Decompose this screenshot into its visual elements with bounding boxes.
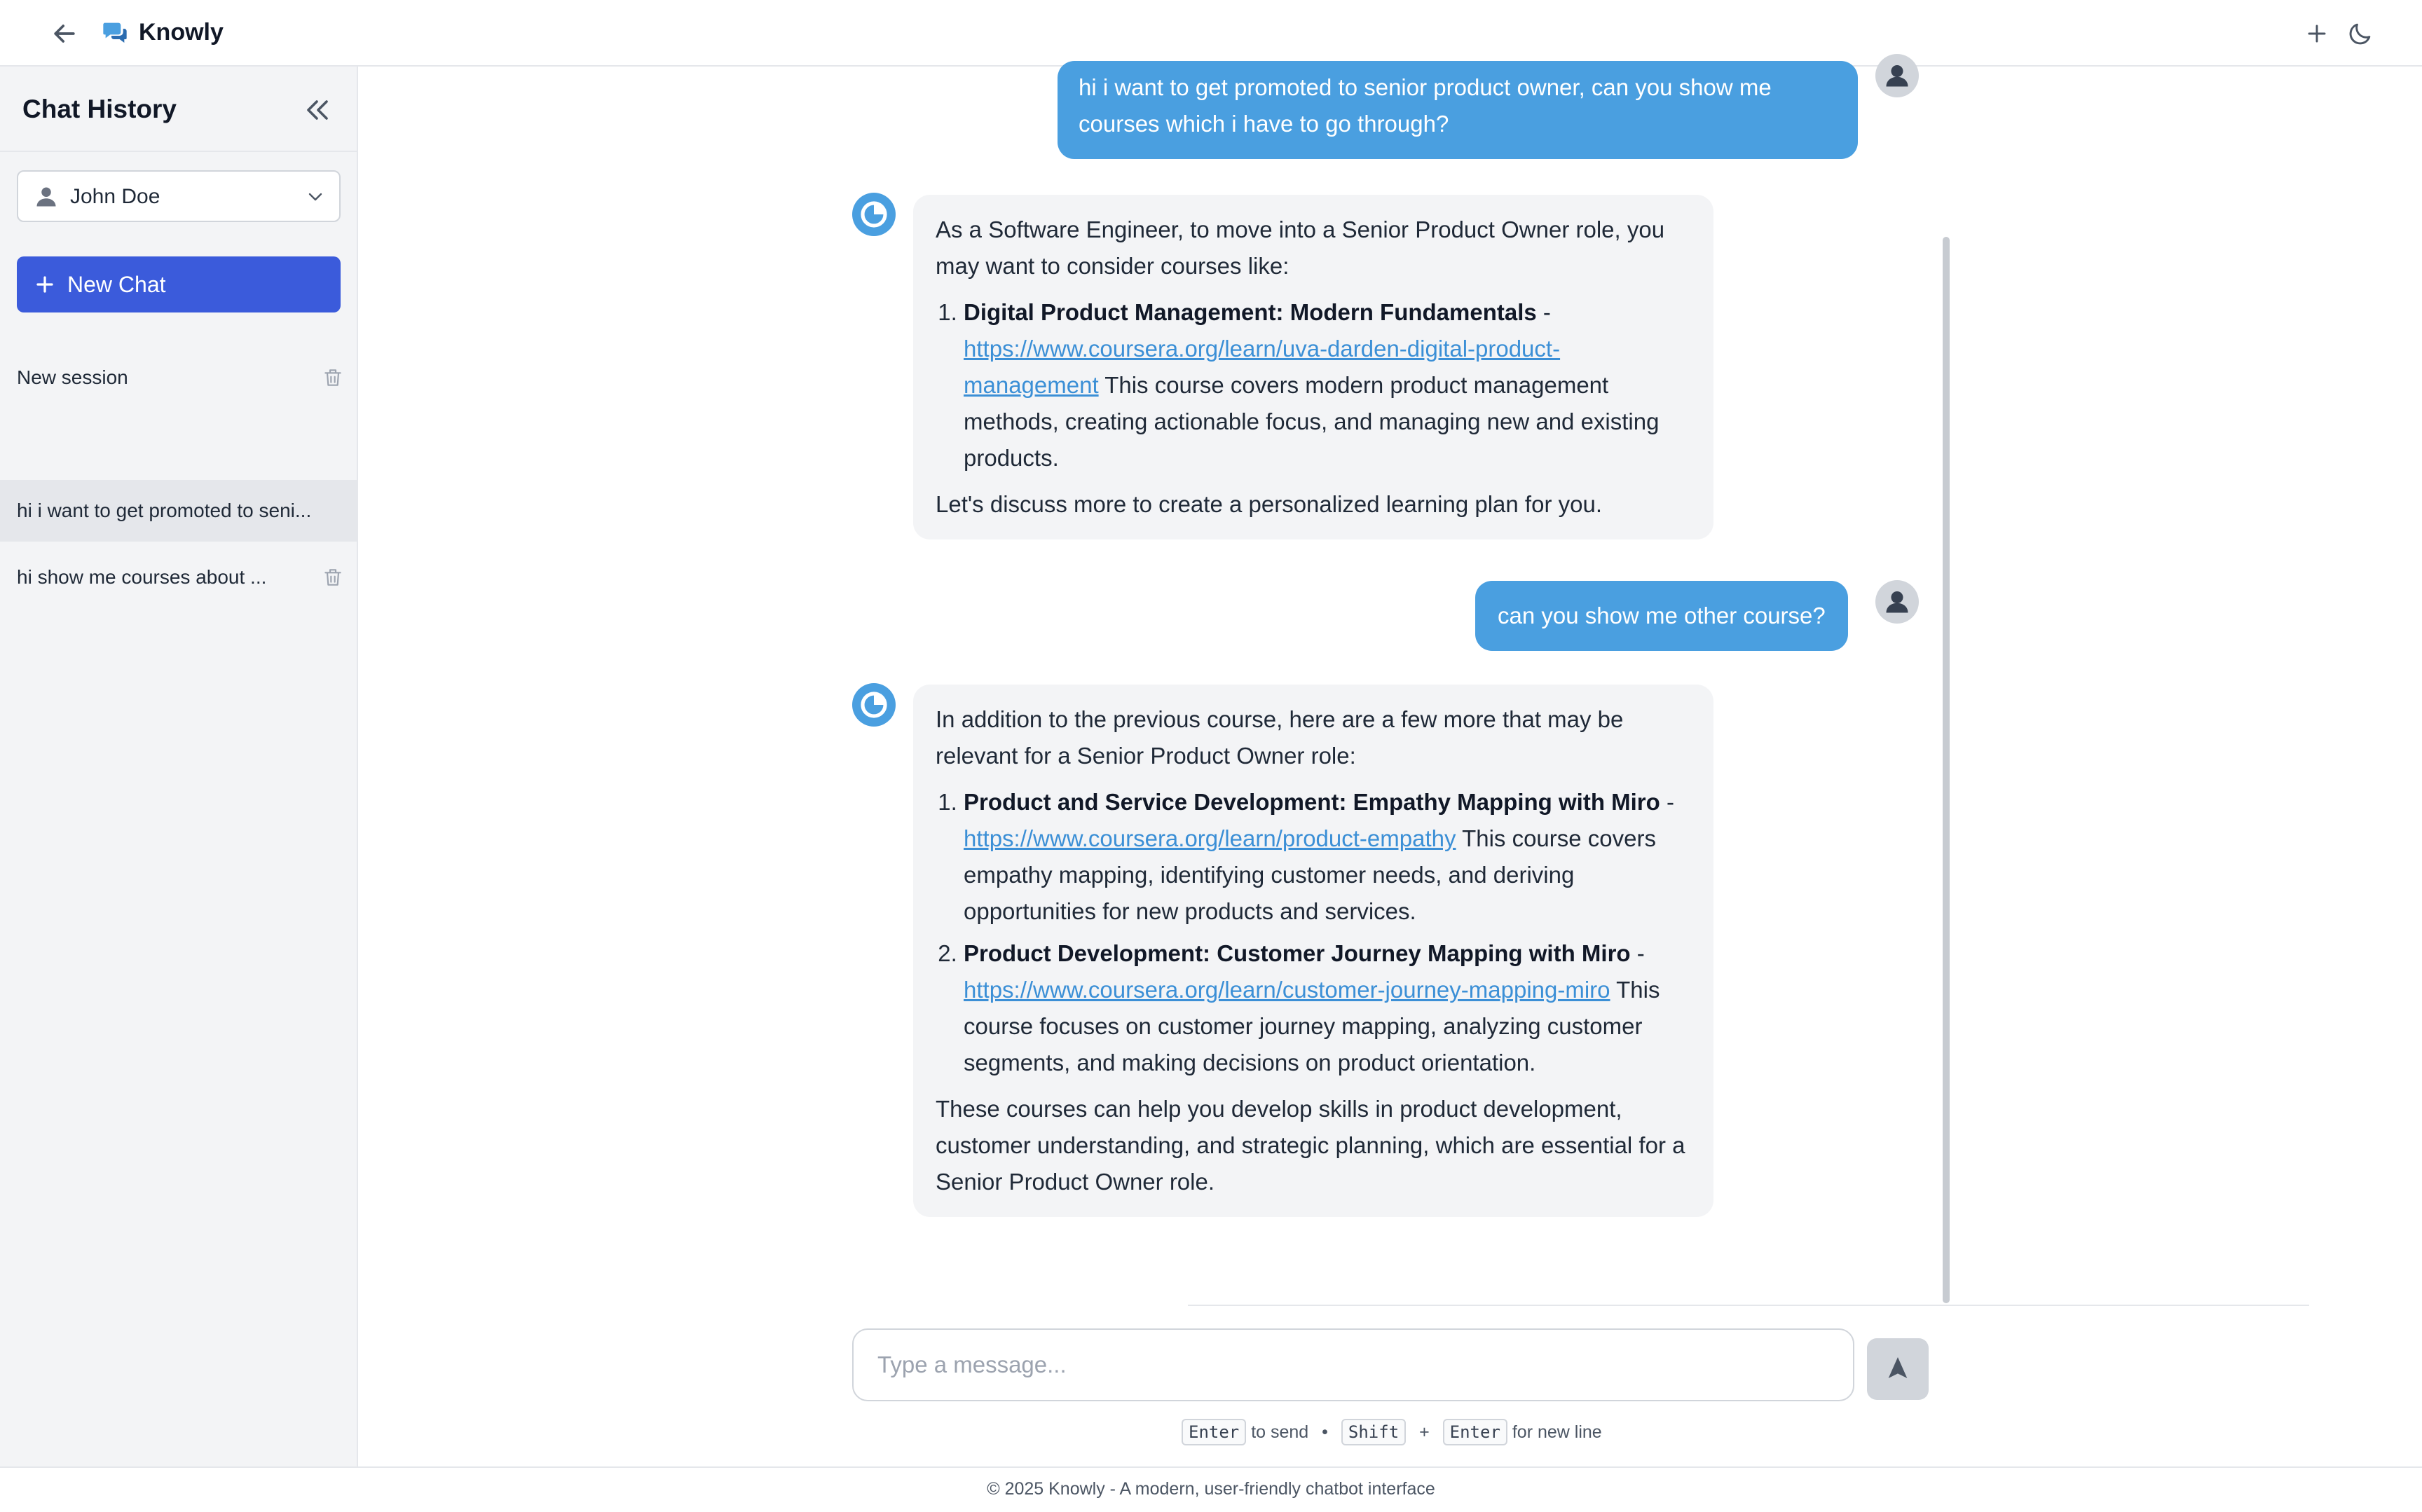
new-chat-label: New Chat: [67, 272, 166, 297]
trash-icon[interactable]: [322, 366, 344, 389]
course-link[interactable]: https://www.coursera.org/learn/product-e…: [964, 825, 1456, 851]
message-input[interactable]: [852, 1328, 1854, 1401]
course-item: Product Development: Customer Journey Ma…: [964, 935, 1692, 1081]
chevron-down-icon: [304, 186, 327, 208]
footer: © 2025 Knowly - A modern, user-friendly …: [0, 1466, 2422, 1512]
sidebar-title: Chat History: [22, 95, 177, 123]
bot-avatar: [852, 193, 896, 236]
course-link[interactable]: https://www.coursera.org/learn/customer-…: [964, 977, 1610, 1003]
footer-text: © 2025 Knowly - A modern, user-friendly …: [987, 1479, 1435, 1499]
session-label: hi i want to get promoted to seni...: [17, 500, 312, 521]
moon-icon[interactable]: [2345, 18, 2376, 49]
course-dash: -: [1630, 940, 1645, 966]
send-button[interactable]: [1867, 1338, 1929, 1400]
top-bar: Knowly: [0, 0, 2422, 67]
hint-newline: for new line: [1512, 1422, 1602, 1442]
user-avatar: [1875, 580, 1919, 624]
user-message-text: hi i want to get promoted to senior prod…: [1079, 74, 1772, 137]
course-list: Product and Service Development: Empathy…: [964, 784, 1692, 1081]
app-brand: Knowly: [139, 19, 224, 46]
session-label: New session: [17, 366, 128, 388]
chat-area: hi i want to get promoted to senior prod…: [358, 54, 2422, 1466]
input-divider: [1188, 1305, 2309, 1306]
send-arrow-icon: [1888, 1357, 1908, 1378]
plus-icon: [31, 270, 59, 298]
course-item: Product and Service Development: Empathy…: [964, 784, 1692, 930]
session-item[interactable]: hi show me courses about ...: [0, 547, 357, 608]
course-title: Product Development: Customer Journey Ma…: [964, 940, 1631, 966]
scrollbar-thumb[interactable]: [1943, 237, 1950, 1303]
back-arrow-icon[interactable]: [49, 18, 80, 49]
enter-key: Enter: [1182, 1419, 1247, 1445]
chat-bubbles-icon: [101, 18, 129, 46]
trash-icon[interactable]: [322, 566, 344, 589]
enter-key: Enter: [1442, 1419, 1507, 1445]
user-message-text: can you show me other course?: [1498, 603, 1826, 628]
hint-plus: +: [1419, 1422, 1430, 1442]
course-item: Digital Product Management: Modern Funda…: [964, 294, 1692, 476]
person-icon: [34, 184, 59, 209]
user-avatar: [1875, 54, 1919, 97]
course-dash: -: [1660, 789, 1674, 815]
course-title: Product and Service Development: Empathy…: [964, 789, 1660, 815]
bot-outro: Let's discuss more to create a personali…: [936, 491, 1602, 517]
bot-outro: These courses can help you develop skill…: [936, 1096, 1685, 1195]
bot-message: In addition to the previous course, here…: [913, 685, 1713, 1217]
double-chevron-left-icon[interactable]: [300, 93, 334, 127]
bot-message: As a Software Engineer, to move into a S…: [913, 195, 1713, 539]
user-message: hi i want to get promoted to senior prod…: [1058, 61, 1858, 159]
hint-bullet: •: [1322, 1422, 1328, 1442]
bot-intro: As a Software Engineer, to move into a S…: [936, 217, 1665, 279]
keyboard-hint: Enter to send • Shift + Enter for new li…: [1182, 1418, 1602, 1446]
user-select[interactable]: John Doe: [17, 170, 341, 222]
course-dash: -: [1536, 299, 1551, 325]
bot-intro: In addition to the previous course, here…: [936, 706, 1624, 769]
shift-key: Shift: [1341, 1419, 1407, 1445]
bot-avatar: [852, 683, 896, 727]
sidebar: Chat History John Doe New Chat New sessi…: [0, 67, 358, 1466]
selected-user: John Doe: [70, 185, 160, 208]
course-list: Digital Product Management: Modern Funda…: [964, 294, 1692, 476]
course-title: Digital Product Management: Modern Funda…: [964, 299, 1537, 325]
hint-send: to send: [1251, 1422, 1309, 1442]
session-item[interactable]: New session: [0, 347, 357, 408]
new-chat-plus-icon[interactable]: [2301, 18, 2332, 49]
new-chat-button[interactable]: New Chat: [17, 256, 341, 312]
sidebar-header: Chat History: [0, 67, 357, 152]
session-item-active[interactable]: hi i want to get promoted to seni...: [0, 480, 357, 542]
session-label: hi show me courses about ...: [17, 566, 267, 588]
user-message: can you show me other course?: [1475, 581, 1848, 651]
